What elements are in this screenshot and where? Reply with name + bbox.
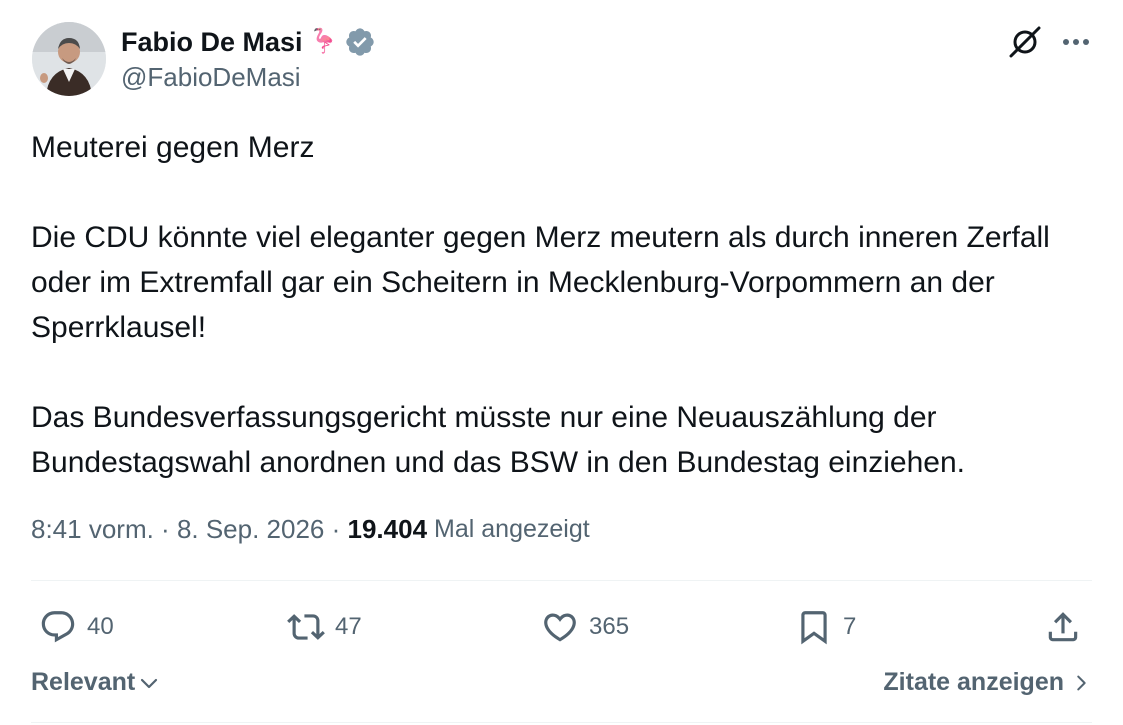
flamingo-emoji: 🦩 [308,28,339,55]
repost-count: 47 [335,613,362,640]
grok-button[interactable] [1005,22,1045,62]
tweet-text: Meuterei gegen Merz Die CDU könnte viel … [31,131,1050,479]
tweet-date[interactable]: 8. Sep. 2026 [177,514,324,545]
avatar-image [32,22,106,96]
repost-button[interactable]: 47 [287,602,362,652]
like-button[interactable]: 365 [541,602,629,652]
like-icon [544,613,576,642]
repost-icon [287,614,325,640]
meta-separator: · [153,514,177,544]
tweet-time[interactable]: 8:41 vorm. [31,514,154,545]
reply-icon [41,611,75,643]
verified-badge-icon[interactable] [344,26,376,58]
bookmark-icon [801,611,827,645]
more-options-button[interactable] [1056,22,1096,62]
bookmark-count: 7 [843,613,857,640]
view-quotes-link[interactable]: Zitate anzeigen [883,668,1092,697]
quotes-label: Zitate anzeigen [883,668,1064,696]
author-name[interactable]: Fabio De Masi [121,27,303,58]
divider [31,722,1092,723]
views-label: Mal angezeigt [434,515,590,543]
more-icon [1063,39,1089,45]
author-handle[interactable]: @FabioDeMasi [121,62,301,93]
tweet-meta: 8:41 vorm. · 8. Sep. 2026 · 19.404 Mal a… [31,514,590,545]
share-button[interactable] [1044,602,1082,652]
reply-count: 40 [87,613,114,640]
sort-dropdown[interactable]: Relevant [31,668,161,697]
author-name-row: Fabio De Masi 🦩 [121,22,376,62]
action-bar: 40 47 365 7 [31,602,1092,652]
bookmark-button[interactable]: 7 [795,602,856,652]
sort-label: Relevant [31,668,136,696]
replies-header: Relevant Zitate anzeigen [31,668,1092,708]
share-icon [1048,612,1078,642]
chevron-right-icon [1077,675,1086,690]
like-count: 365 [589,613,630,640]
grok-icon [1009,26,1041,58]
reply-button[interactable]: 40 [39,602,114,652]
divider [31,580,1092,581]
avatar[interactable] [32,22,106,96]
meta-separator: · [324,514,348,544]
chevron-down-icon [141,678,158,688]
views-count[interactable]: 19.404 [348,514,428,545]
